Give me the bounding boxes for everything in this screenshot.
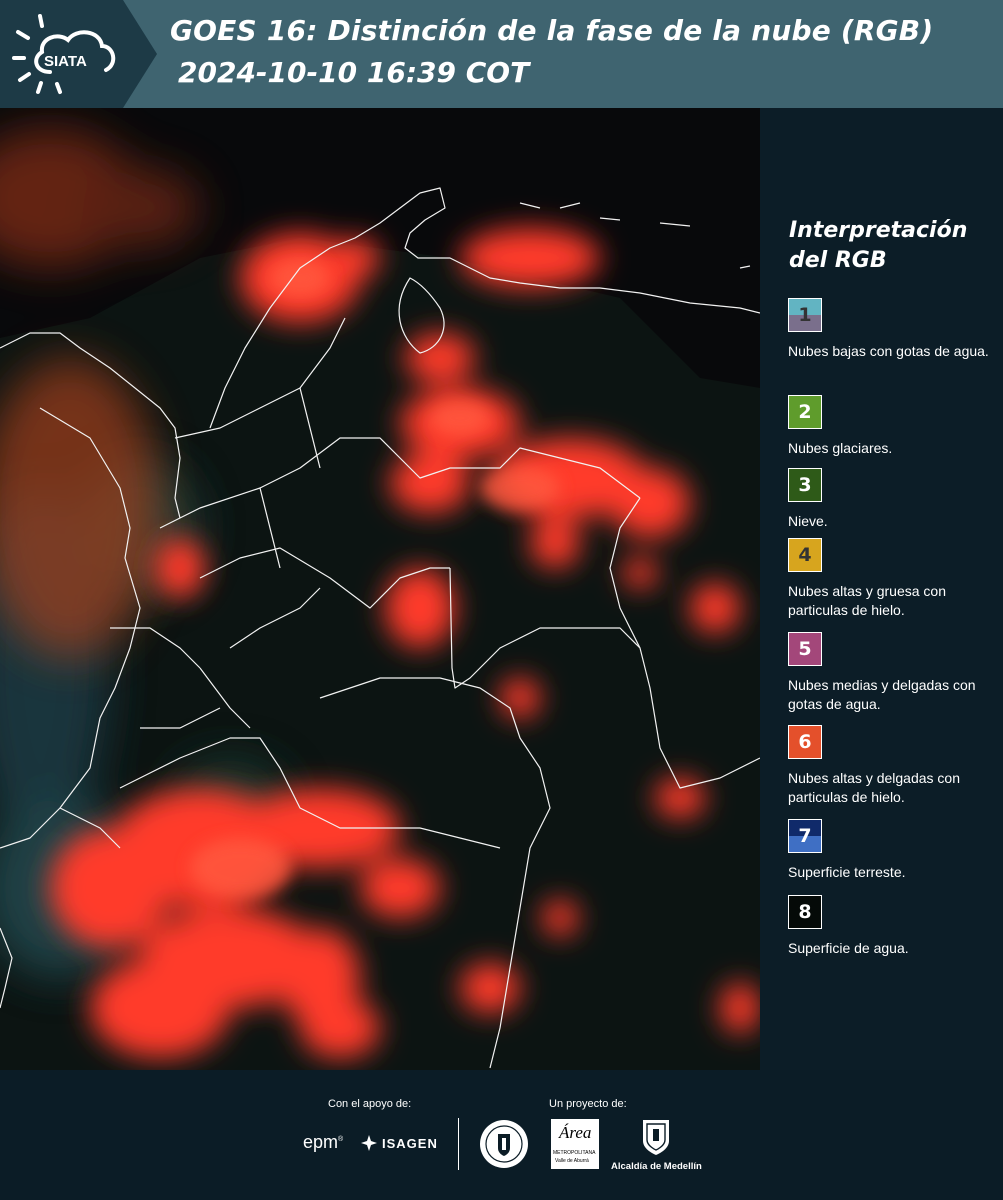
satellite-map[interactable] <box>0 108 760 1070</box>
legend-swatch-1: 1 <box>788 298 822 332</box>
legend-swatch-8: 8 <box>788 895 822 929</box>
university-seal-logo <box>478 1118 530 1170</box>
project-label: Un proyecto de: <box>549 1098 627 1110</box>
legend-title-line2: del RGB <box>789 248 887 273</box>
support-label: Con el apoyo de: <box>328 1098 412 1110</box>
legend-item-2: 2 Nubes glaciares. <box>788 395 993 458</box>
area-logo-sub1: METROPOLITANA <box>553 1150 596 1156</box>
legend-title: Interpretación del RGB <box>789 216 989 276</box>
legend-swatch-4: 4 <box>788 538 822 572</box>
legend-item-4: 4 Nubes altas y gruesa con particulas de… <box>788 538 993 620</box>
legend-item-1: 1 Nubes bajas con gotas de agua. <box>788 298 993 361</box>
legend-label-4: Nubes altas y gruesa con particulas de h… <box>788 583 946 618</box>
isagen-logo-text: ISAGEN <box>382 1135 438 1151</box>
area-metropolitana-logo: Área METROPOLITANA Valle de Aburrá <box>551 1119 599 1169</box>
epm-logo-text: epm <box>303 1132 339 1152</box>
legend-panel: Interpretación del RGB 1 Nubes bajas con… <box>760 108 1003 1070</box>
legend-label-1: Nubes bajas con gotas de agua. <box>788 343 989 359</box>
alcaldia-shield-icon <box>643 1120 669 1155</box>
footer: Con el apoyo de: Un proyecto de: epm® IS… <box>0 1070 1003 1200</box>
legend-label-5: Nubes medias y delgadas con gotas de agu… <box>788 677 976 712</box>
page-timestamp: 2024-10-10 16:39 COT <box>178 56 530 89</box>
legend-label-3: Nieve. <box>788 513 828 529</box>
siata-sun-cloud-icon: SIATA <box>12 14 116 94</box>
legend-item-5: 5 Nubes medias y delgadas con gotas de a… <box>788 632 993 714</box>
seal-icon <box>480 1120 528 1168</box>
legend-item-3: 3 Nieve. <box>788 468 993 531</box>
legend-title-line1: Interpretación <box>789 218 968 243</box>
legend-label-2: Nubes glaciares. <box>788 440 893 456</box>
area-logo-sub2: Valle de Aburrá <box>555 1158 589 1164</box>
svg-text:SIATA: SIATA <box>44 53 87 70</box>
satellite-map-image <box>0 108 760 1070</box>
legend-swatch-6: 6 <box>788 725 822 759</box>
header-bar: SIATA GOES 16: Distinción de la fase de … <box>0 0 1003 108</box>
legend-swatch-7: 7 <box>788 819 822 853</box>
alcaldia-text: Alcaldía de Medellín <box>611 1161 702 1172</box>
header-chevron <box>123 0 157 108</box>
legend-swatch-2: 2 <box>788 395 822 429</box>
page-title: GOES 16: Distinción de la fase de la nub… <box>170 14 934 47</box>
alcaldia-shield-logo <box>640 1117 672 1157</box>
isagen-star-icon <box>361 1135 377 1151</box>
epm-logo: epm® <box>303 1132 344 1152</box>
legend-item-7: 7 Superficie terreste. <box>788 819 993 882</box>
siata-logo: SIATA <box>10 10 120 98</box>
legend-swatch-3: 3 <box>788 468 822 502</box>
isagen-logo: ISAGEN <box>360 1134 438 1152</box>
legend-item-8: 8 Superficie de agua. <box>788 895 993 958</box>
area-logo-text: Área <box>559 1123 592 1142</box>
legend-swatch-5: 5 <box>788 632 822 666</box>
legend-item-6: 6 Nubes altas y delgadas con particulas … <box>788 725 993 807</box>
legend-label-8: Superficie de agua. <box>788 940 909 956</box>
legend-label-6: Nubes altas y delgadas con particulas de… <box>788 770 960 805</box>
legend-label-7: Superficie terreste. <box>788 864 906 880</box>
footer-divider <box>458 1118 459 1170</box>
